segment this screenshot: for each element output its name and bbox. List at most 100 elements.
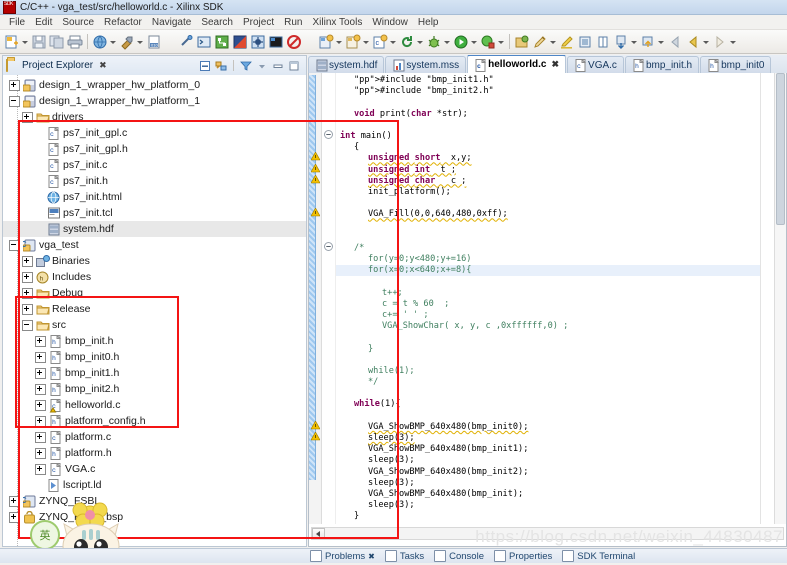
print-button[interactable] [67, 34, 83, 50]
fold-collapse-icon[interactable] [322, 241, 335, 252]
xsct-console-button[interactable] [196, 34, 212, 50]
tree-item[interactable]: src [3, 317, 306, 333]
expand-icon[interactable] [22, 111, 33, 123]
menu-item-window[interactable]: Window [367, 17, 413, 28]
terminal-button[interactable] [268, 34, 284, 50]
menu-item-xilinx-tools[interactable]: Xilinx Tools [307, 17, 367, 28]
menu-item-edit[interactable]: Edit [30, 17, 57, 28]
tree-item[interactable]: Binaries [3, 253, 306, 269]
chevron-down-icon[interactable] [443, 34, 450, 50]
save-all-button[interactable] [49, 34, 65, 50]
view-menu-button[interactable] [255, 59, 269, 73]
highlight-button[interactable] [559, 34, 575, 50]
editor-tab-vga-c[interactable]: c VGA.c [567, 56, 624, 73]
collapse-icon[interactable] [9, 95, 20, 107]
close-icon[interactable]: ✖ [99, 60, 107, 71]
menu-item-refactor[interactable]: Refactor [99, 17, 147, 28]
editor-horizontal-scrollbar[interactable] [311, 527, 784, 540]
tree-item[interactable]: c ps7_init_gpl.c [3, 125, 306, 141]
tree-item[interactable]: system.hdf [3, 221, 306, 237]
menu-item-file[interactable]: File [4, 17, 30, 28]
collapse-all-button[interactable] [198, 59, 212, 73]
build-project-button[interactable] [119, 34, 135, 50]
expand-icon[interactable] [22, 271, 33, 283]
warning-marker-icon[interactable] [309, 174, 321, 185]
view-filter-button[interactable] [239, 59, 253, 73]
program-fpga-button[interactable]: 010 [146, 34, 162, 50]
expand-icon[interactable] [35, 367, 46, 379]
project-tree[interactable]: design_1_wrapper_hw_platform_0 design_1_w… [3, 75, 306, 546]
collapse-icon[interactable] [9, 239, 20, 251]
editor-tab-bmp-init0[interactable]: h bmp_init0 [700, 56, 772, 73]
chevron-down-icon[interactable] [109, 34, 116, 50]
editor-annotation-gutter[interactable] [309, 73, 322, 524]
warning-marker-icon[interactable] [309, 420, 321, 431]
expand-icon[interactable] [35, 399, 46, 411]
flash-tool-button[interactable] [178, 34, 194, 50]
editor-tab-helloworld-c[interactable]: c helloworld.c ✖ [467, 55, 567, 73]
menu-item-navigate[interactable]: Navigate [147, 17, 196, 28]
expand-icon[interactable] [35, 463, 46, 475]
chevron-down-icon[interactable] [630, 34, 637, 50]
editor-tab-system-hdf[interactable]: system.hdf [308, 56, 385, 73]
tree-item[interactable]: c ps7_init.c [3, 157, 306, 173]
expand-icon[interactable] [22, 287, 33, 299]
expand-icon[interactable] [9, 495, 20, 507]
tree-item[interactable]: vga_test [3, 237, 306, 253]
tree-item[interactable]: c helloworld.c [3, 397, 306, 413]
expand-icon[interactable] [22, 255, 33, 267]
tree-item[interactable]: ps7_init.html [3, 189, 306, 205]
minimize-button[interactable] [271, 59, 285, 73]
new-wizard-button[interactable] [4, 34, 20, 50]
bottom-tab-sdk-terminal[interactable]: SDK Terminal [562, 550, 635, 562]
expand-icon[interactable] [35, 351, 46, 363]
tree-item[interactable]: ZYNQ_FSBL_bsp [3, 509, 306, 525]
scroll-left-arrow-icon[interactable] [312, 528, 325, 539]
save-button[interactable] [31, 34, 47, 50]
expand-icon[interactable] [35, 415, 46, 427]
code-content[interactable]: "pp">#include "bmp_init1.h" "pp">#include… [336, 73, 760, 524]
editor-tab-bmp-init-h[interactable]: h bmp_init.h [624, 56, 700, 73]
expand-icon[interactable] [35, 447, 46, 459]
tree-item[interactable]: design_1_wrapper_hw_platform_1 [3, 93, 306, 109]
repositories-button[interactable] [214, 34, 230, 50]
launch-sdk-button[interactable] [232, 34, 248, 50]
menu-item-source[interactable]: Source [57, 17, 99, 28]
expand-icon[interactable] [9, 79, 20, 91]
expand-icon[interactable] [22, 303, 33, 315]
close-icon[interactable]: ✖ [551, 59, 559, 70]
prev-annotation-button[interactable] [640, 34, 656, 50]
new-c-project-button[interactable]: c [372, 34, 388, 50]
tree-item[interactable]: h bmp_init2.h [3, 381, 306, 397]
expand-icon[interactable] [9, 511, 20, 523]
chevron-down-icon[interactable] [335, 34, 342, 50]
tree-item[interactable]: h bmp_init1.h [3, 365, 306, 381]
chevron-down-icon[interactable] [362, 34, 369, 50]
editor-vertical-scrollbar[interactable] [774, 73, 786, 524]
chevron-down-icon[interactable] [549, 34, 556, 50]
project-explorer-tab[interactable]: Project Explorer ✖ [6, 58, 107, 72]
warning-marker-icon[interactable] [309, 151, 321, 162]
collapse-icon[interactable] [22, 319, 33, 331]
tree-item[interactable]: ps7_init.tcl [3, 205, 306, 221]
tree-item[interactable]: c ps7_init.h [3, 173, 306, 189]
expand-icon[interactable] [35, 383, 46, 395]
menu-item-help[interactable]: Help [413, 17, 444, 28]
tree-item[interactable]: h platform.h [3, 445, 306, 461]
menu-item-search[interactable]: Search [196, 17, 238, 28]
profile-button[interactable] [480, 34, 496, 50]
back-button[interactable] [667, 34, 683, 50]
tree-item[interactable]: design_1_wrapper_hw_platform_0 [3, 77, 306, 93]
tree-item[interactable]: c VGA.c [3, 461, 306, 477]
chevron-down-icon[interactable] [389, 34, 396, 50]
menu-item-run[interactable]: Run [279, 17, 307, 28]
tree-item[interactable]: c platform.c [3, 429, 306, 445]
chevron-down-icon[interactable] [470, 34, 477, 50]
pencil-edit-button[interactable] [532, 34, 548, 50]
new-app-project-button[interactable] [318, 34, 334, 50]
fold-collapse-icon[interactable] [322, 129, 335, 140]
tree-item[interactable]: h Includes [3, 269, 306, 285]
chevron-down-icon[interactable] [21, 34, 28, 50]
chevron-down-icon[interactable] [729, 34, 736, 50]
tree-item[interactable]: h bmp_init.h [3, 333, 306, 349]
